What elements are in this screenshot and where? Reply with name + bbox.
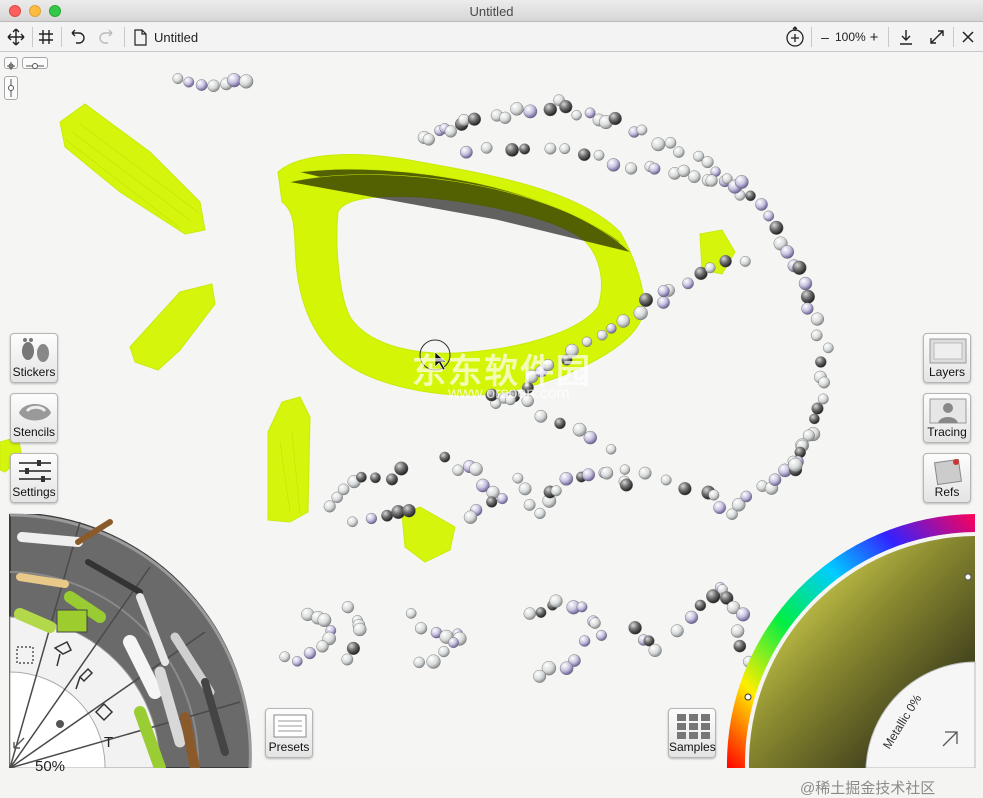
stickers-label: Stickers	[12, 365, 56, 379]
size-slider-control[interactable]	[4, 76, 18, 100]
document-title[interactable]: Untitled	[154, 30, 198, 45]
presets-label: Presets	[268, 740, 310, 754]
refs-label: Refs	[934, 485, 960, 499]
tracing-button[interactable]: Tracing	[923, 393, 971, 443]
download-icon	[900, 30, 912, 45]
refs-button[interactable]: Refs	[923, 453, 971, 503]
size-slider-knob[interactable]	[56, 720, 64, 728]
samples-grid-icon	[677, 714, 710, 739]
saturation-picker-handle[interactable]	[964, 573, 972, 581]
opacity-slider-control[interactable]	[22, 57, 48, 69]
undo-button[interactable]	[66, 26, 88, 48]
layers-icon	[929, 338, 967, 364]
canvas-rotate-icon	[786, 26, 804, 47]
window-title: Untitled	[469, 4, 514, 19]
color-wheel[interactable]	[726, 514, 976, 768]
zoom-level[interactable]: 100%	[835, 30, 866, 44]
tracing-icon	[929, 398, 967, 424]
watermark-url: www.orsoon.com	[448, 385, 570, 402]
undo-icon	[71, 29, 85, 44]
fullscreen-icon	[930, 30, 944, 44]
tool-wheel[interactable]	[9, 513, 252, 768]
presets-button[interactable]: Presets	[265, 708, 313, 758]
sliders-icon	[19, 460, 51, 482]
pin-icon	[7, 62, 15, 70]
canvas-pin-control[interactable]	[4, 57, 18, 70]
close-canvas-button[interactable]	[958, 26, 978, 48]
layers-button[interactable]: Layers	[923, 333, 971, 383]
toolbar: Untitled – 100% +	[0, 22, 983, 52]
stencil-icon	[19, 404, 51, 421]
corner-watermark: @稀土掘金技术社区	[800, 780, 936, 797]
slider-icon	[26, 63, 44, 69]
reference-pin-icon	[934, 458, 962, 485]
presets-icon	[273, 714, 307, 738]
layers-label: Layers	[928, 365, 966, 379]
canvas-rotate-button[interactable]	[783, 26, 807, 48]
redo-icon	[99, 29, 113, 44]
title-bar: Untitled	[0, 0, 983, 22]
text-tool-button[interactable]: T	[104, 734, 113, 751]
document-icon	[133, 28, 147, 46]
grid-button[interactable]	[36, 26, 56, 48]
fullscreen-button[interactable]	[927, 26, 947, 48]
stencils-label: Stencils	[12, 425, 56, 439]
tracing-label: Tracing	[927, 425, 967, 439]
samples-button[interactable]: Samples	[668, 708, 716, 758]
close-icon	[962, 31, 974, 43]
tool-size-value: 50%	[35, 758, 66, 775]
redo-button[interactable]	[96, 26, 118, 48]
settings-label: Settings	[12, 485, 56, 499]
settings-button[interactable]: Settings	[10, 453, 58, 503]
zoom-out-button[interactable]: –	[818, 26, 832, 48]
move-icon	[7, 28, 25, 46]
zoom-in-button[interactable]: +	[867, 26, 881, 48]
move-button[interactable]	[5, 26, 27, 48]
hue-picker-handle[interactable]	[744, 693, 752, 701]
stickers-button[interactable]: Stickers	[10, 333, 58, 383]
download-button[interactable]	[896, 26, 916, 48]
samples-label: Samples	[669, 740, 716, 754]
footprints-icon	[22, 338, 49, 362]
stencils-button[interactable]: Stencils	[10, 393, 58, 443]
grid-icon	[39, 30, 53, 44]
vertical-slider-icon	[8, 79, 14, 97]
document-button[interactable]	[131, 26, 149, 48]
drawing-canvas[interactable]: Stickers Stencils Settings Layers Tracin…	[0, 52, 983, 797]
